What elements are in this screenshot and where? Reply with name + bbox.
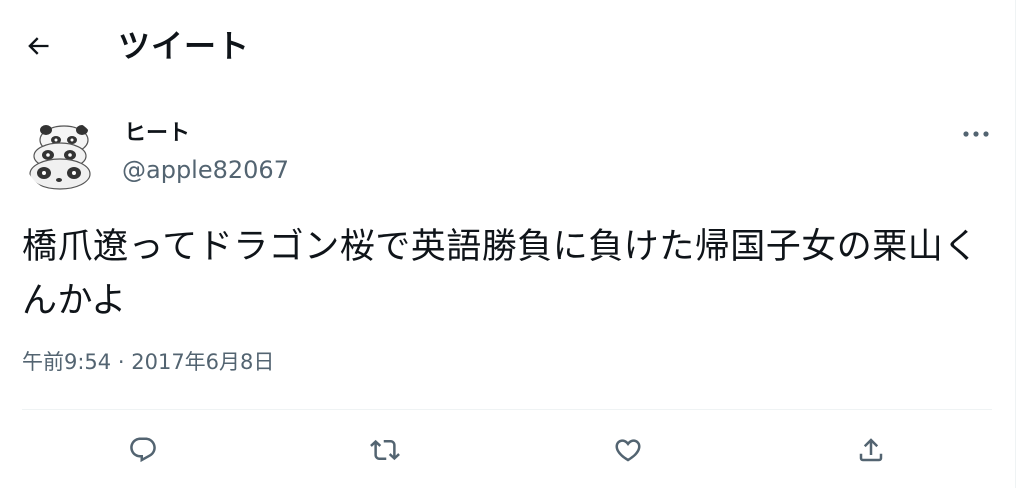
meta-separator: · bbox=[117, 350, 125, 374]
tweet-timestamp: 午前9:54 · 2017年6月8日 bbox=[22, 347, 274, 377]
author-handle[interactable]: @apple82067 bbox=[122, 154, 289, 186]
avatar[interactable] bbox=[24, 118, 98, 192]
share-button[interactable] bbox=[849, 428, 893, 472]
tweet-time[interactable]: 午前9:54 bbox=[22, 350, 111, 374]
back-button[interactable] bbox=[22, 28, 54, 64]
share-icon bbox=[859, 438, 883, 462]
retweet-button[interactable] bbox=[363, 428, 407, 472]
tweet-date[interactable]: 2017年6月8日 bbox=[131, 350, 274, 374]
panda-avatar-icon bbox=[24, 118, 98, 192]
like-button[interactable] bbox=[606, 428, 650, 472]
arrow-left-icon bbox=[28, 37, 49, 55]
reply-button[interactable] bbox=[121, 428, 165, 472]
more-horizontal-icon bbox=[963, 131, 989, 137]
page-title: ツイート bbox=[118, 27, 251, 65]
tweet-text: 橋爪遼ってドラゴン桜で英語勝負に負けた帰国子女の栗山くんかよ bbox=[22, 227, 979, 321]
top-bar: ツイート bbox=[0, 0, 1024, 92]
like-icon bbox=[615, 439, 641, 462]
reply-icon bbox=[130, 437, 156, 463]
retweet-icon bbox=[370, 439, 400, 461]
divider bbox=[22, 409, 992, 410]
more-options-button[interactable] bbox=[958, 120, 994, 148]
author-display-name[interactable]: ヒート bbox=[124, 119, 190, 149]
column-divider bbox=[1015, 0, 1016, 488]
